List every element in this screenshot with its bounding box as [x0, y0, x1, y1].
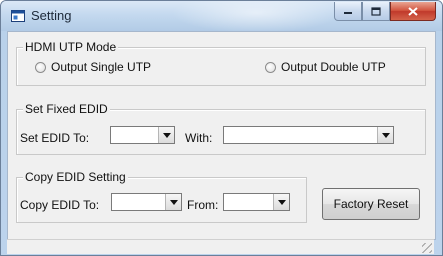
title-bar[interactable]: Setting [1, 1, 442, 33]
minimize-icon [344, 12, 352, 14]
radio-output-double-utp[interactable]: Output Double UTP [265, 60, 386, 74]
setting-window: Setting HDMI UTP Mode Output Single UTP … [0, 0, 443, 256]
caption-buttons [334, 2, 436, 22]
with-combo[interactable] [223, 126, 394, 144]
set-edid-to-label: Set EDID To: [20, 131, 90, 145]
maximize-icon [371, 6, 381, 16]
set-fixed-edid-group: Set Fixed EDID Set EDID To: With: [16, 102, 426, 155]
copy-edid-to-label: Copy EDID To: [20, 198, 100, 212]
copy-edid-to-combo[interactable] [111, 193, 182, 211]
from-combo[interactable] [223, 193, 290, 211]
app-icon [11, 10, 25, 22]
client-area: HDMI UTP Mode Output Single UTP Output D… [7, 31, 436, 240]
dropdown-arrow-icon[interactable] [377, 127, 393, 143]
close-icon [408, 6, 418, 16]
set-edid-to-combo[interactable] [110, 126, 175, 144]
set-fixed-edid-title: Set Fixed EDID [23, 102, 110, 116]
minimize-button[interactable] [334, 2, 362, 21]
dropdown-arrow-icon[interactable] [165, 194, 181, 210]
maximize-button[interactable] [362, 2, 390, 21]
factory-reset-button[interactable]: Factory Reset [322, 188, 420, 220]
dropdown-arrow-icon[interactable] [273, 194, 289, 210]
from-label: From: [187, 198, 219, 212]
radio-circle-icon [265, 61, 276, 73]
resize-grip-icon[interactable] [422, 243, 432, 253]
copy-edid-setting-title: Copy EDID Setting [23, 170, 128, 184]
radio-output-single-utp[interactable]: Output Single UTP [35, 60, 151, 74]
copy-edid-setting-group: Copy EDID Setting Copy EDID To: From: [16, 170, 307, 223]
title-glow [171, 1, 341, 33]
radio-output-single-utp-label: Output Single UTP [51, 60, 152, 74]
with-label: With: [185, 131, 213, 145]
window-title: Setting [31, 8, 72, 23]
hdmi-utp-mode-group: HDMI UTP Mode Output Single UTP Output D… [16, 40, 426, 86]
dropdown-arrow-icon[interactable] [158, 127, 174, 143]
radio-output-double-utp-label: Output Double UTP [281, 60, 386, 74]
close-button[interactable] [390, 2, 436, 21]
radio-circle-icon [35, 61, 46, 73]
status-bar [7, 239, 434, 254]
hdmi-utp-mode-title: HDMI UTP Mode [23, 40, 119, 54]
